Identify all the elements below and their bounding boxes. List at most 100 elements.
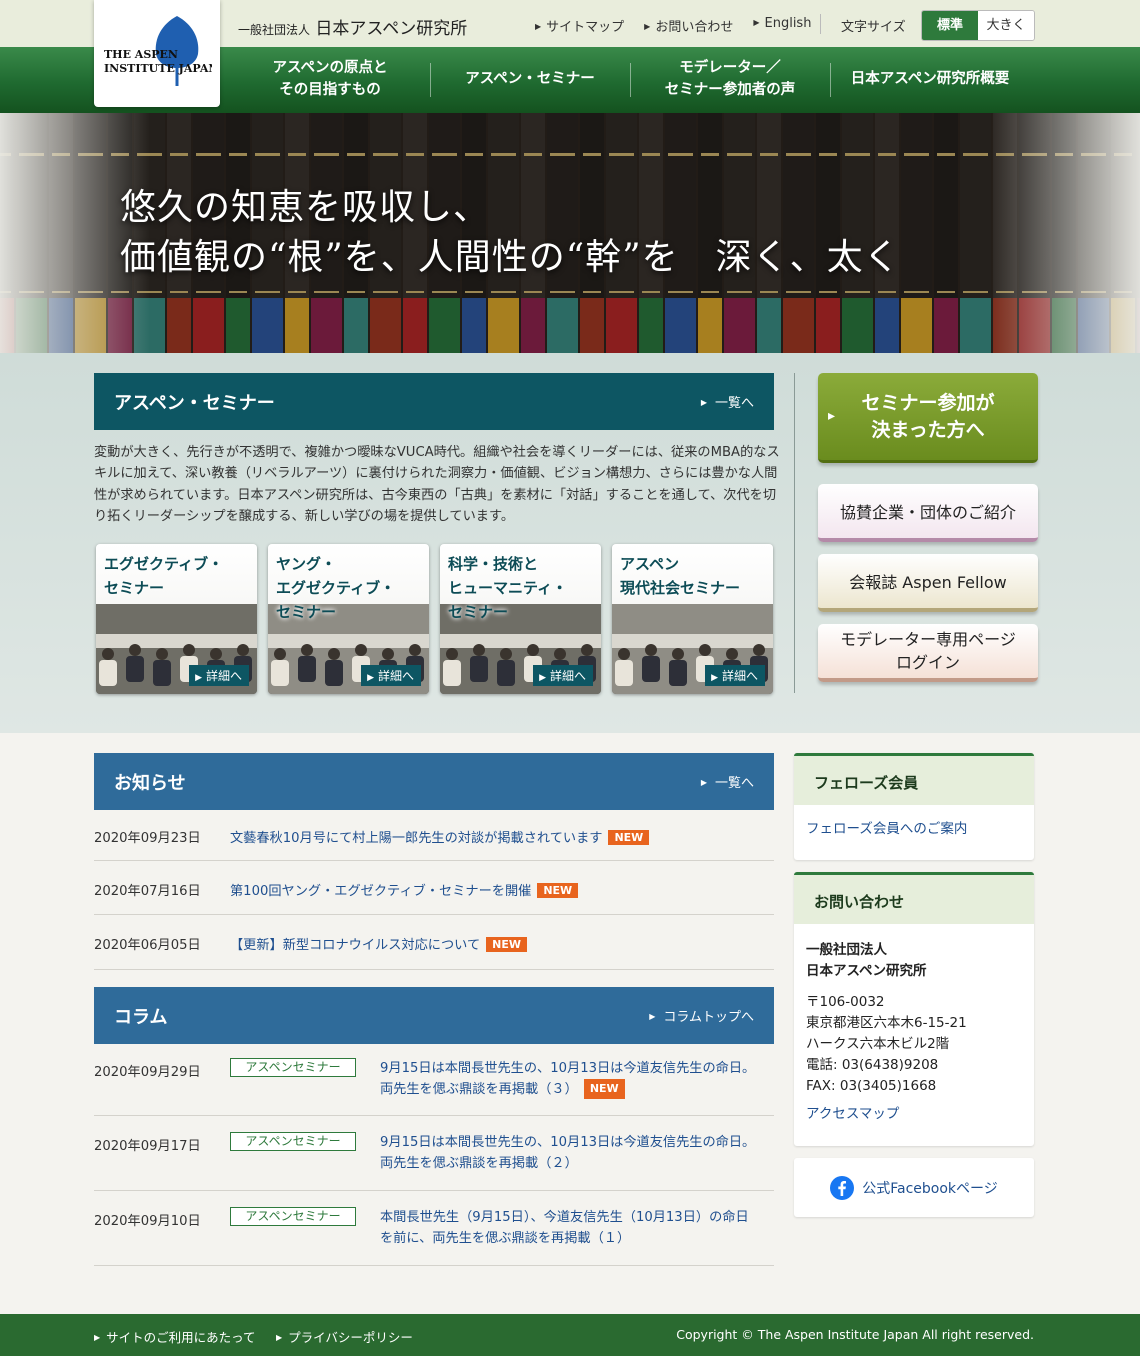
news-list-link[interactable]: 一覧へ	[701, 772, 754, 791]
sponsors-button[interactable]: 協賛企業・団体のご紹介	[818, 484, 1038, 542]
card-title: 科学・技術と ヒューマニティ・ セミナー	[448, 555, 568, 621]
nav-label: アスペンの原点と その目指すもの	[272, 60, 388, 98]
seminar-card-science-humanity[interactable]: 科学・技術と ヒューマニティ・ セミナー 詳細へ	[440, 544, 601, 694]
moderator-login-button[interactable]: モデレーター専用ページ ログイン	[818, 624, 1038, 682]
seminar-list-link[interactable]: 一覧へ	[701, 392, 754, 411]
nav-label: 日本アスペン研究所概要	[850, 71, 1010, 88]
facebook-icon	[830, 1175, 855, 1200]
utility-links: サイトマップ お問い合わせ English	[535, 16, 811, 35]
english-link[interactable]: English	[753, 16, 812, 35]
fellows-title: フェローズ会員	[794, 753, 1034, 805]
nav-item-voices[interactable]: モデレーター／ セミナー参加者の声	[630, 47, 830, 113]
org-title: 日本アスペン研究所	[315, 19, 468, 39]
contact-fax: FAX: 03(3405)1668	[806, 1077, 937, 1094]
font-size-large-button[interactable]: 大きく	[978, 11, 1034, 40]
column-title-text: 9月15日は本間長世先生の、10月13日は今道友信先生の命日。両先生を偲ぶ鼎談を…	[380, 1135, 756, 1172]
nav-label: アスペン・セミナー	[465, 71, 595, 88]
global-nav: アスペンの原点と その目指すもの アスペン・セミナー モデレーター／ セミナー参…	[230, 47, 1030, 113]
participants-button[interactable]: セミナー参加が 決まった方へ	[818, 373, 1038, 463]
seminar-card-executive[interactable]: エグゼクティブ・ セミナー 詳細へ	[96, 544, 257, 694]
column-category-tag[interactable]: アスペンセミナー	[230, 1207, 356, 1226]
nav-label: モデレーター／ セミナー参加者の声	[664, 60, 796, 98]
card-detail-button[interactable]: 詳細へ	[705, 665, 765, 686]
copyright: Copyright © The Aspen Institute Japan Al…	[676, 1327, 1034, 1342]
card-detail-button[interactable]: 詳細へ	[533, 665, 593, 686]
column-item[interactable]: 2020年09月17日 アスペンセミナー 9月15日は本間長世先生の、10月13…	[94, 1116, 774, 1191]
utility-divider	[820, 14, 821, 34]
card-detail-button[interactable]: 詳細へ	[361, 665, 421, 686]
contact-address-1: 東京都港区六本木6-15-21	[806, 1014, 967, 1031]
column-date: 2020年09月29日	[94, 1065, 201, 1080]
new-badge: NEW	[486, 937, 528, 952]
news-title[interactable]: 第100回ヤング・エグゼクティブ・セミナーを開催 NEW	[230, 880, 579, 899]
column-title[interactable]: 9月15日は本間長世先生の、10月13日は今道友信先生の命日。両先生を偲ぶ鼎談を…	[380, 1058, 760, 1101]
hero-fade-right	[990, 113, 1140, 353]
aspen-fellow-button[interactable]: 会報誌 Aspen Fellow	[818, 554, 1038, 612]
news-date: 2020年06月05日	[94, 938, 201, 953]
column-item[interactable]: 2020年09月10日 アスペンセミナー 本間長世先生（9月15日）、今道友信先…	[94, 1191, 774, 1266]
privacy-link[interactable]: プライバシーポリシー	[276, 1327, 413, 1346]
aspen-leaf-logo-icon: THE ASPEN INSTITUTE JAPAN	[104, 16, 212, 86]
font-size-label: 文字サイズ	[841, 20, 906, 35]
nav-item-seminar[interactable]: アスペン・セミナー	[430, 47, 630, 113]
column-section-header: コラム コラムトップへ	[94, 987, 774, 1044]
footer: サイトのご利用にあたって プライバシーポリシー Copyright © The …	[0, 1314, 1140, 1356]
new-badge: NEW	[537, 883, 579, 898]
seminar-section-header: アスペン・セミナー 一覧へ	[94, 373, 774, 430]
card-title: ヤング・ エグゼクティブ・ セミナー	[276, 555, 396, 621]
font-size-normal-button[interactable]: 標準	[922, 11, 978, 40]
news-item[interactable]: 2020年09月23日 文藝春秋10月号にて村上陽一郎先生の対談が掲載されていま…	[94, 810, 774, 861]
hero-line-2: 価値観の“根”を、人間性の“幹”を 深く、太く	[120, 237, 901, 279]
news-date: 2020年09月23日	[94, 831, 201, 846]
site-logo[interactable]: THE ASPEN INSTITUTE JAPAN	[94, 0, 220, 107]
sitemap-link[interactable]: サイトマップ	[535, 16, 624, 35]
column-title[interactable]: 本間長世先生（9月15日）、今道友信先生（10月13日）の命日を前に、両先生を偲…	[380, 1207, 760, 1250]
news-item[interactable]: 2020年07月16日 第100回ヤング・エグゼクティブ・セミナーを開催 NEW	[94, 861, 774, 915]
news-title-text: 文藝春秋10月号にて村上陽一郎先生の対談が掲載されています	[230, 831, 603, 846]
hero-banner: 悠久の知恵を吸収し、 価値観の“根”を、人間性の“幹”を 深く、太く	[0, 113, 1140, 353]
contact-org-name: 日本アスペン研究所	[806, 962, 927, 979]
news-title[interactable]: 文藝春秋10月号にて村上陽一郎先生の対談が掲載されています NEW	[230, 827, 650, 846]
contact-link[interactable]: お問い合わせ	[644, 16, 733, 35]
card-title: エグゼクティブ・ セミナー	[104, 555, 224, 597]
contact-address-2: ハークス六本木ビル2階	[806, 1035, 950, 1052]
svg-text:INSTITUTE JAPAN: INSTITUTE JAPAN	[104, 62, 212, 75]
font-size-toggle: 標準 大きく	[921, 10, 1035, 41]
column-category-tag[interactable]: アスペンセミナー	[230, 1132, 356, 1151]
seminar-card-modern-society[interactable]: アスペン 現代社会セミナー 詳細へ	[612, 544, 773, 694]
org-prefix: 一般社団法人	[238, 23, 311, 37]
column-date: 2020年09月17日	[94, 1139, 201, 1154]
org-name[interactable]: 一般社団法人 日本アスペン研究所	[238, 14, 467, 39]
card-detail-button[interactable]: 詳細へ	[189, 665, 249, 686]
column-item[interactable]: 2020年09月29日 アスペンセミナー 9月15日は本間長世先生の、10月13…	[94, 1044, 774, 1116]
hero-line-1: 悠久の知恵を吸収し、	[120, 187, 491, 228]
news-item[interactable]: 2020年06月05日 【更新】新型コロナウイルス対応について NEW	[94, 915, 774, 970]
news-date: 2020年07月16日	[94, 884, 201, 899]
news-section-title: お知らせ	[114, 773, 186, 794]
facebook-label: 公式Facebookページ	[862, 1180, 998, 1197]
seminar-card-young-executive[interactable]: ヤング・ エグゼクティブ・ セミナー 詳細へ	[268, 544, 429, 694]
column-title-text: 本間長世先生（9月15日）、今道友信先生（10月13日）の命日を前に、両先生を偲…	[380, 1210, 749, 1247]
sponsors-label: 協賛企業・団体のご紹介	[839, 503, 1016, 522]
seminar-intro-text: 変動が大きく、先行きが不透明で、複雑かつ曖昧なVUCA時代。組織や社会を導くリー…	[94, 445, 780, 525]
news-title[interactable]: 【更新】新型コロナウイルス対応について NEW	[230, 934, 528, 953]
news-section-header: お知らせ 一覧へ	[94, 753, 774, 810]
aspen-fellow-label: 会報誌 Aspen Fellow	[849, 573, 1007, 592]
hero-tagline: 悠久の知恵を吸収し、 価値観の“根”を、人間性の“幹”を 深く、太く	[120, 183, 901, 284]
news-title-text: 第100回ヤング・エグゼクティブ・セミナーを開催	[230, 884, 532, 899]
svg-text:THE ASPEN: THE ASPEN	[104, 48, 178, 61]
news-title-text: 【更新】新型コロナウイルス対応について	[230, 938, 481, 953]
column-date: 2020年09月10日	[94, 1214, 201, 1229]
nav-item-about[interactable]: 日本アスペン研究所概要	[830, 47, 1030, 113]
terms-link[interactable]: サイトのご利用にあたって	[94, 1327, 255, 1346]
column-top-link[interactable]: コラムトップへ	[649, 1006, 754, 1025]
column-category-tag[interactable]: アスペンセミナー	[230, 1058, 356, 1077]
new-badge: NEW	[583, 1079, 625, 1100]
new-badge: NEW	[608, 830, 650, 845]
facebook-page-link[interactable]: 公式Facebookページ	[794, 1158, 1034, 1217]
nav-item-origin[interactable]: アスペンの原点と その目指すもの	[230, 47, 430, 113]
access-map-link[interactable]: アクセスマップ	[806, 1104, 1022, 1125]
column-title[interactable]: 9月15日は本間長世先生の、10月13日は今道友信先生の命日。両先生を偲ぶ鼎談を…	[380, 1132, 760, 1175]
fellows-link[interactable]: フェローズ会員へのご案内	[806, 821, 967, 837]
seminar-cards: エグゼクティブ・ セミナー 詳細へ ヤング・ エグゼクティブ・ セミナー 詳細へ…	[96, 544, 773, 694]
